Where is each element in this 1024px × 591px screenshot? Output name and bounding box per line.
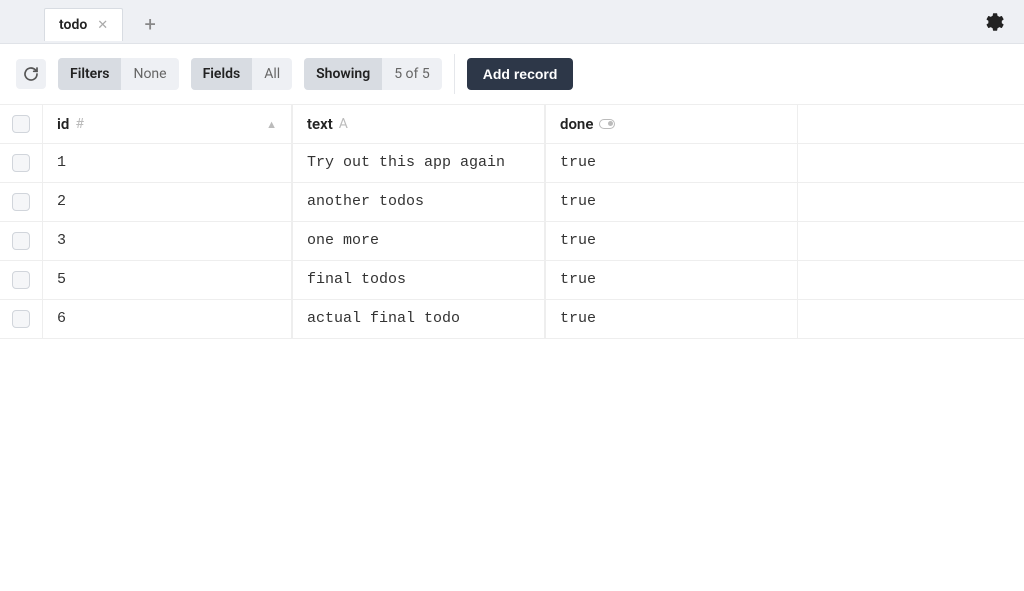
cell-done[interactable]: true bbox=[545, 183, 798, 221]
select-all-cell bbox=[0, 105, 42, 143]
table-row[interactable]: 5final todostrue bbox=[0, 261, 1024, 300]
add-record-button[interactable]: Add record bbox=[467, 58, 574, 90]
tab-label: todo bbox=[59, 17, 87, 33]
showing-pill[interactable]: Showing 5 of 5 bbox=[304, 58, 442, 90]
table-header-row: id # ▲ text A done bbox=[0, 105, 1024, 144]
row-checkbox[interactable] bbox=[12, 271, 30, 289]
cell-done[interactable]: true bbox=[545, 144, 798, 182]
fields-label: Fields bbox=[191, 58, 253, 90]
cell-id[interactable]: 1 bbox=[42, 144, 292, 182]
tab-bar: todo ✕ + bbox=[0, 0, 1024, 44]
cell-id[interactable]: 3 bbox=[42, 222, 292, 260]
column-name: text bbox=[307, 115, 333, 133]
row-checkbox-cell bbox=[0, 300, 42, 338]
showing-label: Showing bbox=[304, 58, 382, 90]
filters-pill[interactable]: Filters None bbox=[58, 58, 179, 90]
close-icon[interactable]: ✕ bbox=[97, 19, 108, 32]
cell-text[interactable]: another todos bbox=[292, 183, 545, 221]
tab-todo[interactable]: todo ✕ bbox=[44, 8, 123, 41]
row-checkbox[interactable] bbox=[12, 193, 30, 211]
cell-text[interactable]: actual final todo bbox=[292, 300, 545, 338]
cell-text[interactable]: one more bbox=[292, 222, 545, 260]
table-row[interactable]: 2another todostrue bbox=[0, 183, 1024, 222]
row-checkbox-cell bbox=[0, 183, 42, 221]
filters-value: None bbox=[121, 58, 178, 90]
select-all-checkbox[interactable] bbox=[12, 115, 30, 133]
add-tab-button[interactable]: + bbox=[135, 9, 165, 39]
toolbar: Filters None Fields All Showing 5 of 5 A… bbox=[0, 44, 1024, 105]
text-type-icon: A bbox=[339, 116, 348, 132]
row-checkbox[interactable] bbox=[12, 310, 30, 328]
showing-value: 5 of 5 bbox=[382, 58, 442, 90]
fields-value: All bbox=[252, 58, 292, 90]
cell-done[interactable]: true bbox=[545, 261, 798, 299]
cell-text[interactable]: final todos bbox=[292, 261, 545, 299]
column-name: id bbox=[57, 115, 69, 133]
cell-id[interactable]: 2 bbox=[42, 183, 292, 221]
sort-asc-icon: ▲ bbox=[266, 118, 277, 131]
hash-icon: # bbox=[75, 116, 84, 132]
cell-text[interactable]: Try out this app again bbox=[292, 144, 545, 182]
fields-pill[interactable]: Fields All bbox=[191, 58, 293, 90]
row-checkbox[interactable] bbox=[12, 232, 30, 250]
column-header-text[interactable]: text A bbox=[292, 105, 545, 143]
table: id # ▲ text A done 1Try out this app aga… bbox=[0, 105, 1024, 339]
toolbar-divider bbox=[454, 54, 455, 94]
reload-button[interactable] bbox=[16, 59, 46, 89]
column-name: done bbox=[560, 115, 593, 133]
boolean-type-icon bbox=[599, 119, 615, 129]
cell-id[interactable]: 5 bbox=[42, 261, 292, 299]
row-checkbox[interactable] bbox=[12, 154, 30, 172]
filters-label: Filters bbox=[58, 58, 121, 90]
column-header-id[interactable]: id # ▲ bbox=[42, 105, 292, 143]
cell-done[interactable]: true bbox=[545, 222, 798, 260]
cell-done[interactable]: true bbox=[545, 300, 798, 338]
reload-icon bbox=[23, 66, 39, 82]
cell-id[interactable]: 6 bbox=[42, 300, 292, 338]
table-row[interactable]: 6actual final todotrue bbox=[0, 300, 1024, 339]
gear-icon[interactable] bbox=[984, 12, 1004, 36]
row-checkbox-cell bbox=[0, 144, 42, 182]
column-header-done[interactable]: done bbox=[545, 105, 798, 143]
row-checkbox-cell bbox=[0, 261, 42, 299]
table-row[interactable]: 1Try out this app againtrue bbox=[0, 144, 1024, 183]
row-checkbox-cell bbox=[0, 222, 42, 260]
table-row[interactable]: 3one moretrue bbox=[0, 222, 1024, 261]
